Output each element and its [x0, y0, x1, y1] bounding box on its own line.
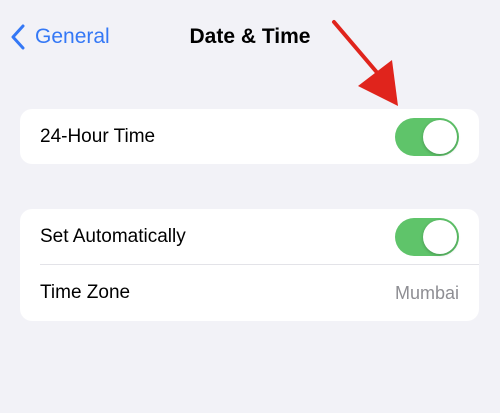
- setting-label-24-hour-time: 24-Hour Time: [40, 125, 156, 147]
- 24-hour-time-toggle[interactable]: [395, 117, 459, 156]
- toggle-knob: [423, 119, 457, 154]
- setting-row-set-automatically: Set Automatically: [20, 209, 479, 265]
- toggle-knob: [423, 220, 457, 254]
- setting-label-time-zone: Time Zone: [40, 282, 131, 303]
- settings-group-24-hour: 24-Hour Time: [20, 109, 479, 164]
- setting-label-set-automatically: Set Automatically: [40, 226, 186, 247]
- navigation-bar: General Date & Time: [0, 0, 500, 72]
- page-title: Date & Time: [189, 25, 311, 48]
- setting-row-time-zone[interactable]: Time Zone Mumbai: [20, 265, 479, 321]
- setting-row-24-hour-time: 24-Hour Time: [20, 109, 479, 164]
- time-zone-value: Mumbai: [394, 282, 459, 303]
- settings-group-automatic: Set Automatically Time Zone Mumbai: [20, 209, 479, 321]
- set-automatically-toggle[interactable]: [395, 218, 459, 256]
